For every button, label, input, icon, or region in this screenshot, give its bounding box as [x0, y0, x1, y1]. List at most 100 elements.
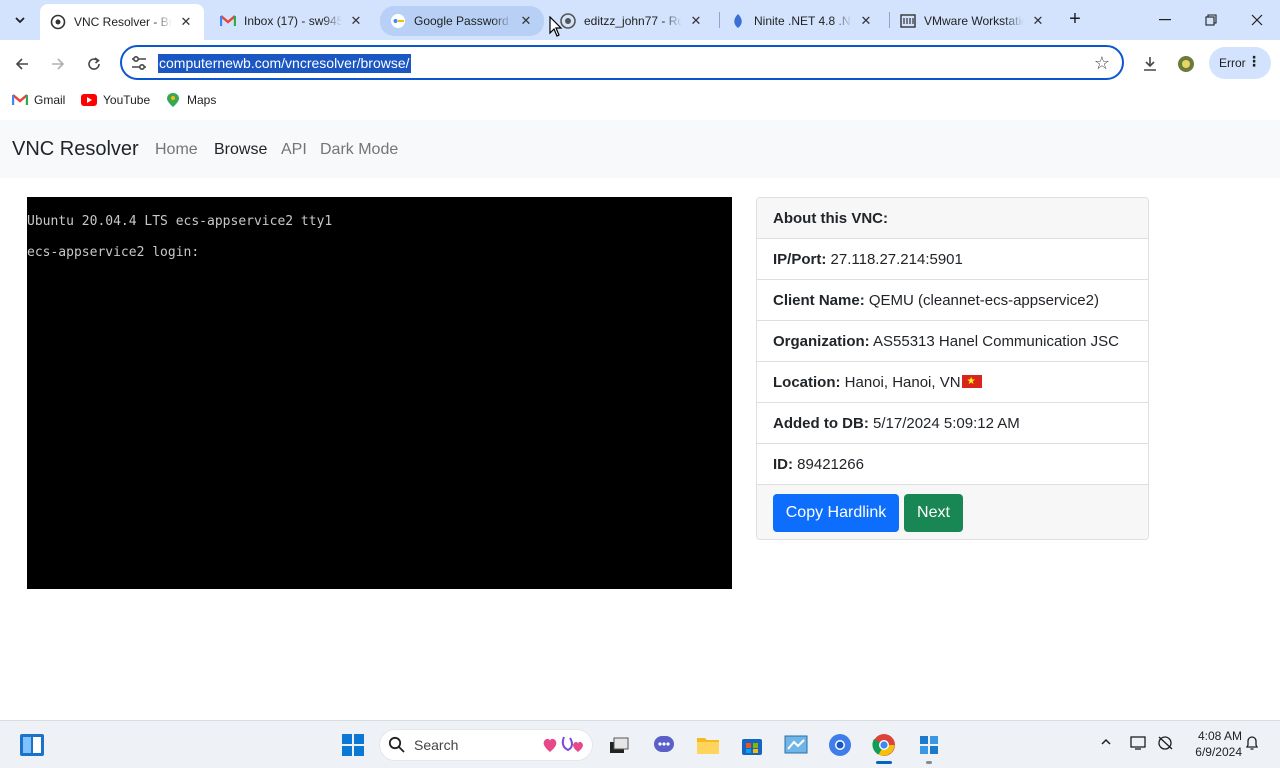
downloads-button[interactable]: [1136, 50, 1164, 78]
info-label: Added to DB:: [773, 415, 869, 432]
card-footer: Copy Hardlink Next: [757, 485, 1148, 539]
close-icon[interactable]: ✕: [686, 11, 706, 31]
more-menu-icon[interactable]: ⋮: [1247, 53, 1261, 70]
tab-gmail[interactable]: Inbox (17) - sw945 ✕: [210, 6, 374, 36]
restore-button[interactable]: [1188, 0, 1234, 40]
close-icon[interactable]: ✕: [346, 11, 366, 31]
notifications-button[interactable]: [1245, 735, 1259, 754]
bookmark-label: Maps: [187, 93, 217, 107]
task-view-icon: [610, 737, 629, 753]
google-password-icon: [390, 13, 406, 29]
card-header: About this VNC:: [757, 198, 1148, 239]
nav-browse[interactable]: Browse: [214, 141, 267, 159]
info-row-location: Location: Hanoi, Hanoi, VN ★: [757, 362, 1148, 403]
tab-title: VMware Workstation: [924, 14, 1024, 28]
close-icon[interactable]: ✕: [856, 11, 876, 31]
store-icon: [742, 739, 762, 755]
info-label: IP/Port:: [773, 251, 827, 268]
start-button[interactable]: [339, 731, 367, 759]
search-icon: [388, 736, 405, 753]
chevron-down-icon: [15, 17, 25, 24]
search-label: Search: [414, 737, 459, 753]
nav-api[interactable]: API: [281, 141, 307, 159]
tab-vnc-resolver[interactable]: VNC Resolver - Browse ✕: [40, 4, 204, 40]
taskbar-clock[interactable]: 4:08 AM 6/9/2024: [1182, 728, 1242, 760]
folder-icon: [697, 738, 719, 754]
profile-error-button[interactable]: Error ⋮: [1209, 47, 1271, 79]
tab-roblox[interactable]: editzz_john77 - Roblox ✕: [550, 6, 714, 36]
site-settings-icon[interactable]: [130, 54, 148, 72]
arrow-left-icon: [15, 58, 28, 70]
control-panel-button[interactable]: [782, 731, 810, 759]
vnc-resolver-favicon: [50, 14, 66, 30]
bookmark-star-icon[interactable]: ☆: [1094, 53, 1110, 74]
address-bar[interactable]: computernewb.com/vncresolver/browse/ ☆: [120, 45, 1124, 80]
reload-button[interactable]: [80, 50, 108, 78]
close-window-button[interactable]: [1234, 0, 1280, 40]
tab-search-button[interactable]: [8, 8, 32, 32]
info-value: 27.118.27.214:5901: [830, 251, 963, 268]
vmware-button[interactable]: [915, 731, 943, 759]
web-content: VNC Resolver Home Browse API Dark Mode U…: [0, 120, 1280, 720]
file-explorer-button[interactable]: [694, 731, 722, 759]
reload-icon: [88, 57, 100, 70]
minimize-button[interactable]: [1142, 0, 1188, 40]
gmail-icon: [220, 13, 236, 29]
close-icon[interactable]: ✕: [516, 11, 536, 31]
site-navbar: VNC Resolver Home Browse API Dark Mode: [0, 120, 1280, 178]
minimize-icon: [1159, 19, 1171, 21]
nav-dark-mode[interactable]: Dark Mode: [320, 141, 398, 159]
chrome-profile-button[interactable]: [826, 731, 854, 759]
tab-title: VNC Resolver - Browse: [74, 15, 172, 29]
vmware-icon: [900, 13, 916, 29]
info-value: QEMU (cleannet-ecs-appservice2): [868, 292, 1099, 309]
bookmark-maps[interactable]: Maps: [165, 92, 216, 108]
forward-button[interactable]: [44, 50, 72, 78]
taskbar-search-box[interactable]: Search: [379, 729, 593, 761]
url-text[interactable]: computernewb.com/vncresolver/browse/: [158, 54, 411, 73]
windows-taskbar: Search 4:08 AM 6/9/2024: [0, 720, 1280, 768]
tab-ninite[interactable]: Ninite .NET 4.8 .NET ✕: [720, 6, 884, 36]
site-brand[interactable]: VNC Resolver: [12, 138, 139, 161]
close-icon: [1251, 14, 1263, 26]
chrome-icon: [872, 734, 895, 756]
info-value: AS55313 Hanel Communication JSC: [873, 333, 1119, 350]
nav-home[interactable]: Home: [155, 141, 198, 159]
network-tray-button[interactable]: [1157, 735, 1175, 754]
microsoft-store-button[interactable]: [738, 731, 766, 759]
tab-google-password-manager[interactable]: Google Password Manager ✕: [380, 6, 544, 36]
clock-time: 4:08 AM: [1197, 729, 1242, 743]
new-tab-button[interactable]: +: [1064, 8, 1086, 32]
info-value: 5/17/2024 5:09:12 AM: [873, 415, 1020, 432]
chat-button[interactable]: [650, 731, 678, 759]
google-chrome-button[interactable]: [870, 731, 898, 759]
arrow-right-icon: [52, 58, 65, 70]
tab-vmware[interactable]: VMware Workstation ✕: [890, 6, 1056, 36]
vnc-info-card: About this VNC: IP/Port: 27.118.27.214:5…: [756, 197, 1149, 540]
windows-logo-icon: [342, 734, 364, 756]
info-value: 89421266: [797, 456, 864, 473]
info-label: Client Name:: [773, 292, 865, 309]
chevron-up-icon: [1101, 738, 1111, 745]
bookmark-gmail[interactable]: Gmail: [12, 92, 65, 108]
back-button[interactable]: [8, 50, 36, 78]
control-panel-icon: [784, 735, 808, 754]
widgets-button[interactable]: [18, 731, 46, 759]
close-icon[interactable]: ✕: [176, 12, 196, 32]
task-view-button[interactable]: [605, 731, 633, 759]
search-highlight-icon: [543, 736, 583, 752]
show-hidden-icons-button[interactable]: [1100, 735, 1112, 751]
extension-button[interactable]: [1172, 50, 1200, 78]
close-icon[interactable]: ✕: [1028, 11, 1048, 31]
running-indicator: [926, 761, 932, 764]
next-button[interactable]: Next: [904, 494, 963, 532]
info-label: Organization:: [773, 333, 870, 350]
info-row-ip-port: IP/Port: 27.118.27.214:5901: [757, 239, 1148, 280]
info-value: Hanoi, Hanoi, VN: [844, 374, 961, 391]
display-tray-button[interactable]: [1130, 735, 1148, 754]
bookmark-youtube[interactable]: YouTube: [81, 92, 150, 108]
bookmark-label: YouTube: [103, 93, 151, 107]
gmail-icon: [12, 92, 28, 108]
chrome-icon: [829, 734, 851, 756]
copy-hardlink-button[interactable]: Copy Hardlink: [773, 494, 899, 532]
